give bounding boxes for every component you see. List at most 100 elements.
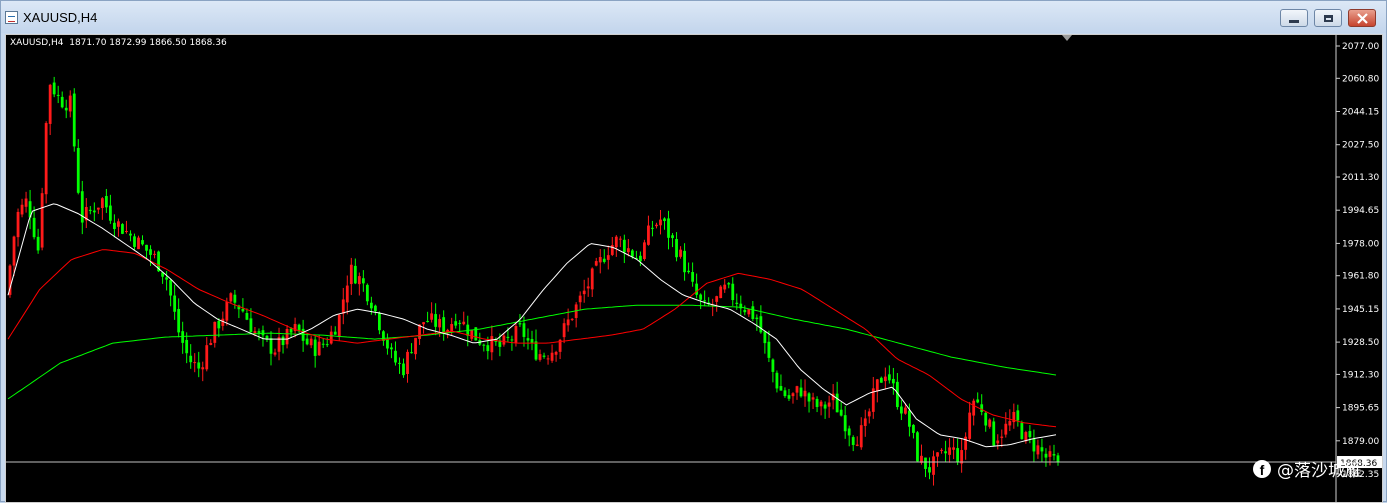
candle-body xyxy=(24,198,28,207)
candle-body xyxy=(763,331,767,344)
price-tick-label: 2060.80 xyxy=(1342,74,1379,84)
candle-body xyxy=(719,286,723,299)
candle-body xyxy=(52,82,56,95)
candle-body xyxy=(104,195,108,208)
candle-body xyxy=(518,323,522,325)
candle-body xyxy=(622,239,626,253)
minimize-button[interactable] xyxy=(1280,9,1308,27)
candle-body xyxy=(462,321,466,325)
candle-body xyxy=(1032,438,1036,452)
candle-body xyxy=(40,193,44,248)
candle-body xyxy=(141,240,144,245)
candle-body xyxy=(108,205,112,221)
candle-body xyxy=(996,440,1000,444)
candle-body xyxy=(743,309,747,313)
price-chart[interactable]: 2077.00 2060.80 2044.15 2027.50 2011.30 1994.… xyxy=(5,34,1383,503)
candle-body xyxy=(699,294,703,300)
price-tick-label: 2011.30 xyxy=(1342,173,1379,183)
chart-canvas[interactable]: 2077.00 2060.80 2044.15 2027.50 2011.30 1994.… xyxy=(6,35,1382,502)
candle-body xyxy=(522,323,526,337)
shift-marker-icon[interactable] xyxy=(1062,35,1072,41)
candle-body xyxy=(630,250,634,257)
close-button[interactable] xyxy=(1348,9,1376,27)
candle-body xyxy=(269,338,273,354)
candle-body xyxy=(349,264,353,285)
candle-body xyxy=(434,314,438,327)
candle-body xyxy=(618,238,622,240)
candle-body xyxy=(855,444,859,446)
candle-body xyxy=(205,345,209,370)
candle-body xyxy=(249,318,253,333)
candle-body xyxy=(883,376,887,382)
candle-body xyxy=(1016,410,1020,421)
candle-body xyxy=(554,351,558,355)
candle-body xyxy=(783,390,787,397)
candle-body xyxy=(779,386,783,391)
candle-body xyxy=(378,313,381,331)
watermark: f @落沙城雁 xyxy=(1253,456,1362,481)
candle-body xyxy=(767,341,771,358)
title-bar[interactable]: XAUUSD,H4 xyxy=(1,1,1386,33)
candle-body xyxy=(125,230,128,232)
candle-body xyxy=(795,386,799,393)
candle-body xyxy=(992,421,996,446)
candle-body xyxy=(924,457,927,469)
candle-body xyxy=(390,347,393,350)
candle-body xyxy=(843,415,847,432)
price-tick-label: 1895.65 xyxy=(1342,404,1379,414)
candle-body xyxy=(851,437,855,445)
candle-body xyxy=(133,236,136,247)
candle-body xyxy=(357,276,361,285)
candle-body xyxy=(823,404,827,409)
candle-body xyxy=(948,447,951,455)
candle-body xyxy=(667,218,670,238)
candle-body xyxy=(245,313,249,320)
candle-body xyxy=(76,147,80,193)
candle-body xyxy=(639,255,642,262)
candle-body xyxy=(980,404,984,412)
candle-body xyxy=(309,338,313,346)
mt4-chart-window: XAUUSD,H4 2077.00 2060.80 2044.15 2027.50 20… xyxy=(0,0,1387,503)
candle-body xyxy=(406,351,409,375)
candle-body xyxy=(703,300,707,302)
candle-body xyxy=(606,255,610,260)
candle-body xyxy=(273,352,277,355)
candle-body xyxy=(426,320,429,322)
candle-body xyxy=(213,321,217,343)
candle-body xyxy=(217,320,221,329)
facebook-icon: f xyxy=(1253,459,1271,478)
watermark-text: @落沙城雁 xyxy=(1277,461,1362,481)
window-title: XAUUSD,H4 xyxy=(23,10,98,25)
price-tick-label: 2027.50 xyxy=(1342,141,1379,151)
candle-body xyxy=(691,272,695,282)
candle-body xyxy=(590,268,594,290)
candle-body xyxy=(113,222,116,229)
candle-body xyxy=(771,359,775,372)
candle-body xyxy=(121,224,124,234)
candle-body xyxy=(1004,423,1008,435)
candle-body xyxy=(241,308,245,312)
candle-body xyxy=(976,399,980,403)
candle-body xyxy=(695,283,699,295)
candle-body xyxy=(1020,422,1024,440)
candle-body xyxy=(458,322,462,324)
candle-body xyxy=(679,249,682,257)
price-tick-label: 2044.15 xyxy=(1342,108,1379,118)
maximize-button[interactable] xyxy=(1314,9,1342,27)
candle-body xyxy=(803,390,807,397)
candle-body xyxy=(715,296,719,302)
candle-body xyxy=(655,224,658,227)
candle-body xyxy=(422,322,425,325)
candle-body xyxy=(100,198,104,209)
candle-body xyxy=(490,336,494,353)
candle-body xyxy=(727,283,731,285)
candle-body xyxy=(369,302,373,309)
candle-body xyxy=(72,93,76,147)
candle-body xyxy=(361,278,365,284)
candle-body xyxy=(1052,454,1056,456)
candle-body xyxy=(899,406,903,414)
candle-body xyxy=(687,270,690,273)
candle-body xyxy=(145,244,148,251)
candle-body xyxy=(819,401,823,407)
candle-body xyxy=(964,436,968,450)
